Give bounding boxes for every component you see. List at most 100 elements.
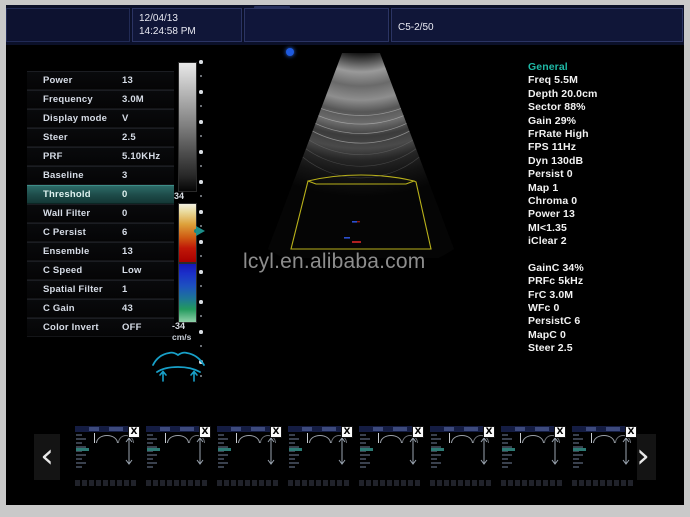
thumbnail-param-line bbox=[573, 458, 579, 460]
depth-tick-minor bbox=[200, 75, 202, 77]
info-line: Gain 29% bbox=[528, 114, 577, 127]
thumbnail-close-icon[interactable]: X bbox=[199, 426, 211, 438]
info-line: MapC 0 bbox=[528, 328, 566, 341]
thumbnail-param-line bbox=[360, 434, 366, 436]
thumbnail-film-cell bbox=[479, 480, 484, 486]
param-row[interactable]: Frequency 3.0M bbox=[27, 90, 174, 109]
depth-tick-scale bbox=[199, 60, 207, 390]
thumbnail-close-icon[interactable]: X bbox=[483, 426, 495, 438]
thumbnail-item[interactable]: X bbox=[498, 426, 566, 488]
thumbnail-param-line bbox=[218, 438, 228, 440]
depth-tick-major bbox=[199, 60, 203, 64]
thumbnail-item[interactable]: X bbox=[214, 426, 282, 488]
param-row[interactable]: Wall Filter 0 bbox=[27, 204, 174, 223]
thumbnail-param-line bbox=[76, 466, 82, 468]
thumbnail-film-cell bbox=[621, 480, 626, 486]
param-row[interactable]: Ensemble 13 bbox=[27, 242, 174, 261]
param-row[interactable]: Color Invert OFF bbox=[27, 318, 174, 337]
thumbnail-item[interactable]: X bbox=[569, 426, 637, 488]
thumbnail-close-icon[interactable]: X bbox=[341, 426, 353, 438]
thumbnail-sector-arc bbox=[167, 435, 189, 443]
thumbnail-param-list bbox=[360, 434, 373, 470]
header-cell-patient[interactable] bbox=[6, 8, 130, 42]
thumbnail-close-icon[interactable]: X bbox=[128, 426, 140, 438]
thumbnail-item[interactable]: X bbox=[143, 426, 211, 488]
thumbnail-param-selected bbox=[573, 448, 586, 451]
thumbnail-item[interactable]: X bbox=[356, 426, 424, 488]
param-row[interactable]: C Persist 6 bbox=[27, 223, 174, 242]
thumbnail-param-line bbox=[573, 466, 579, 468]
depth-tick-minor bbox=[200, 345, 202, 347]
thumbnail-header-mark bbox=[302, 427, 312, 431]
thumbnail-header-mark bbox=[231, 427, 241, 431]
thumbnail-item[interactable]: X bbox=[72, 426, 140, 488]
thumbnail-header-mark bbox=[464, 427, 478, 431]
thumbnail-param-line bbox=[502, 434, 508, 436]
info-line: Steer 2.5 bbox=[528, 342, 573, 355]
ultrasound-sector-image[interactable] bbox=[256, 53, 466, 258]
info-line: GainC 34% bbox=[528, 261, 584, 274]
info-line: Dyn 130dB bbox=[528, 154, 584, 167]
thumbnail-film-cell bbox=[607, 480, 612, 486]
param-row[interactable]: C Gain 43 bbox=[27, 299, 174, 318]
thumbnail-film-cell bbox=[259, 480, 264, 486]
thumbnail-close-icon[interactable]: X bbox=[270, 426, 282, 438]
thumbnail-film-cell bbox=[359, 480, 364, 486]
info-b-mode-list: Freq 5.5M Depth 20.0cm Sector 88% Gain 29% F… bbox=[528, 74, 678, 248]
thumbnail-film-cell bbox=[430, 480, 435, 486]
thumbnail-filmstrip bbox=[359, 480, 421, 486]
thumbnail-item[interactable]: X bbox=[285, 426, 353, 488]
info-line: Freq 5.5M bbox=[528, 74, 578, 87]
thumbnail-film-cell bbox=[252, 480, 257, 486]
thumbnail-param-line bbox=[502, 438, 512, 440]
grayscale-bar bbox=[178, 62, 197, 192]
depth-tick-minor bbox=[200, 105, 202, 107]
thumbnail-film-cell bbox=[600, 480, 605, 486]
thumbnail-body-marker-icon bbox=[196, 436, 205, 466]
thumbnail-item[interactable]: X bbox=[427, 426, 495, 488]
info-line: WFc 0 bbox=[528, 301, 560, 314]
header-cell-datetime[interactable]: 12/04/13 14:24:58 PM bbox=[132, 8, 242, 42]
param-row[interactable]: C Speed Low bbox=[27, 261, 174, 280]
body-orientation-marker-icon bbox=[149, 349, 209, 385]
thumbnail-close-icon[interactable]: X bbox=[554, 426, 566, 438]
thumbnail-param-line bbox=[573, 438, 583, 440]
param-row[interactable]: Threshold 0 bbox=[27, 185, 174, 204]
param-row[interactable]: PRF 5.10KHz bbox=[27, 147, 174, 166]
thumbnail-param-selected bbox=[76, 448, 89, 451]
thumbnail-param-line bbox=[573, 442, 579, 444]
depth-tick-major bbox=[199, 240, 203, 244]
param-value: 13 bbox=[122, 75, 133, 86]
thumbnail-film-cell bbox=[572, 480, 577, 486]
param-name: Steer bbox=[43, 132, 68, 143]
thumbnail-param-line bbox=[431, 442, 437, 444]
thumbnail-sector-arc bbox=[380, 435, 402, 443]
thumbnail-header-mark bbox=[180, 427, 194, 431]
thumbnail-close-icon[interactable]: X bbox=[412, 426, 424, 438]
thumbnail-film-cell bbox=[458, 480, 463, 486]
thumbnail-prev-arrow[interactable]: ‹ bbox=[34, 434, 60, 480]
param-row[interactable]: Steer 2.5 bbox=[27, 128, 174, 147]
thumbnail-film-cell bbox=[373, 480, 378, 486]
param-row[interactable]: Power 13 bbox=[27, 71, 174, 90]
param-row[interactable]: Baseline 3 bbox=[27, 166, 174, 185]
param-value: 0 bbox=[122, 189, 128, 200]
param-name: Display mode bbox=[43, 113, 108, 124]
thumbnail-param-line bbox=[573, 434, 579, 436]
color-scale-top-value: 34 bbox=[174, 191, 185, 201]
thumbnail-filmstrip bbox=[75, 480, 137, 486]
header-cell-exam[interactable] bbox=[244, 8, 389, 42]
thumbnail-sector-arc bbox=[309, 435, 331, 443]
param-row[interactable]: Spatial Filter 1 bbox=[27, 280, 174, 299]
param-name: C Speed bbox=[43, 265, 83, 276]
header-cell-probe[interactable]: C5-2/50 bbox=[391, 8, 683, 42]
param-row[interactable]: Display mode V bbox=[27, 109, 174, 128]
param-value: 1 bbox=[122, 284, 128, 295]
info-line: iClear 2 bbox=[528, 235, 567, 248]
thumbnail-param-list bbox=[431, 434, 444, 470]
thumbnail-body-marker-icon bbox=[409, 436, 418, 466]
thumbnail-film-cell bbox=[217, 480, 222, 486]
header-bar: 12/04/13 14:24:58 PM C5-2/50 bbox=[6, 5, 684, 45]
thumbnail-close-icon[interactable]: X bbox=[625, 426, 637, 438]
param-value: 3 bbox=[122, 170, 128, 181]
